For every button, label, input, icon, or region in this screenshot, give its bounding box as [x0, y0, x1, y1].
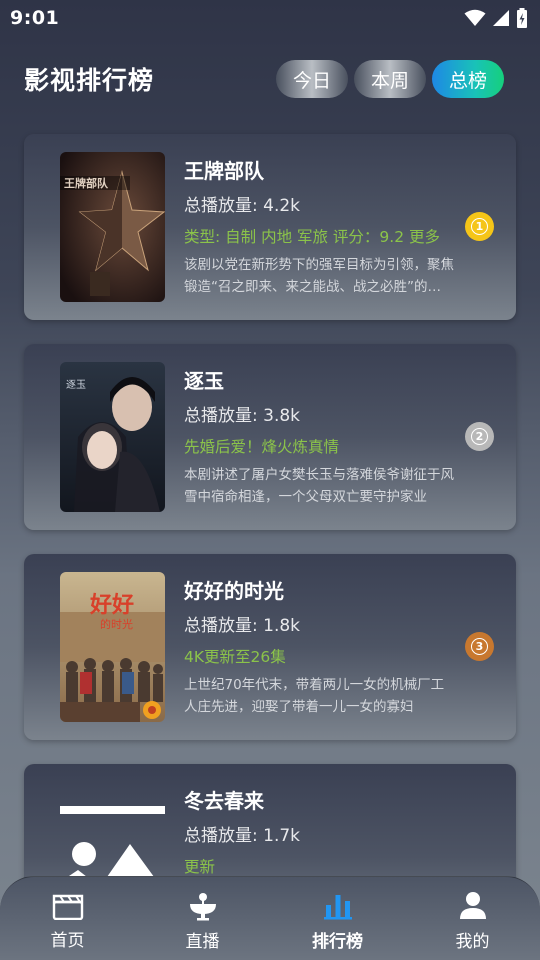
svg-text:的时光: 的时光	[100, 617, 133, 631]
ranking-card[interactable]: 好好 的时光 好好的时光 总播放量: 1.8k 4K更新至26集 上世纪70年代…	[24, 554, 516, 740]
tab-today[interactable]: 今日	[276, 60, 348, 98]
rank-badge: 3	[465, 632, 494, 661]
status-icons	[464, 8, 528, 28]
nav-ranking[interactable]: 排行榜	[288, 891, 388, 952]
clapperboard-icon	[52, 894, 83, 920]
item-title: 王牌部队	[184, 159, 264, 183]
live-podium-icon	[189, 893, 216, 921]
battery-icon	[517, 8, 527, 28]
item-plays: 总播放量: 1.8k	[184, 616, 301, 636]
signal-icon	[493, 10, 509, 26]
page-title: 影视排行榜	[24, 66, 155, 95]
item-tagline: 4K更新至26集	[184, 648, 286, 666]
rank-number: 2	[471, 428, 488, 445]
item-title: 好好的时光	[184, 579, 284, 603]
item-title: 冬去春来	[184, 789, 264, 813]
svg-text:王牌部队: 王牌部队	[64, 176, 109, 190]
nav-profile[interactable]: 我的	[423, 891, 523, 952]
item-title: 逐玉	[184, 369, 224, 393]
tab-week[interactable]: 本周	[354, 60, 426, 98]
bottom-nav: 首页 直播 排行榜 我的	[0, 876, 540, 960]
status-bar: 9:01	[0, 0, 540, 36]
item-description: 本剧讲述了屠户女樊长玉与落难侯爷谢征于风雪中宿命相逢，一个父母双亡要守护家业	[184, 467, 454, 505]
item-tagline: 更新	[184, 858, 216, 876]
status-time: 9:01	[10, 7, 60, 29]
item-info: 好好的时光 总播放量: 1.8k 4K更新至26集 上世纪70年代末，带着两儿一…	[184, 576, 454, 718]
tab-group: 今日 本周 总榜	[276, 60, 504, 98]
user-icon	[459, 892, 486, 919]
poster-image: 逐玉	[60, 362, 165, 512]
item-description: 该剧以党在新形势下的强军目标为引领，聚焦锻造“召之即来、来之能战、战之必胜”的王…	[184, 257, 454, 295]
ranking-list: 王牌部队 王牌部队 总播放量: 4.2k 类型: 自制 内地 军旅 评分：9.2…	[24, 134, 516, 960]
header: 影视排行榜 今日 本周 总榜	[0, 52, 540, 106]
nav-label: 直播	[185, 932, 220, 952]
ranking-card[interactable]: 王牌部队 王牌部队 总播放量: 4.2k 类型: 自制 内地 军旅 评分：9.2…	[24, 134, 516, 320]
poster-image: 好好 的时光	[60, 572, 165, 722]
ranking-card[interactable]: 逐玉 逐玉 总播放量: 3.8k 先婚后爱！烽火炼真情 本剧讲述了屠户女樊长玉与…	[24, 344, 516, 530]
item-description: 上世纪70年代末，带着两儿一女的机械厂工人庄先进，迎娶了带着一儿一女的寡妇	[184, 677, 445, 715]
nav-label: 我的	[455, 932, 490, 952]
wifi-icon	[464, 9, 486, 26]
item-tagline: 先婚后爱！烽火炼真情	[184, 438, 340, 456]
item-info: 冬去春来 总播放量: 1.7k 更新	[184, 786, 454, 878]
item-plays: 总播放量: 4.2k	[184, 196, 301, 216]
tab-all-time[interactable]: 总榜	[432, 60, 504, 98]
nav-live[interactable]: 直播	[153, 891, 253, 952]
poster-image: 王牌部队	[60, 152, 165, 302]
svg-text:好好: 好好	[89, 592, 134, 618]
nav-label: 首页	[50, 931, 85, 951]
item-info: 王牌部队 总播放量: 4.2k 类型: 自制 内地 军旅 评分：9.2 更多 该…	[184, 156, 454, 298]
nav-label: 排行榜	[312, 932, 363, 952]
item-plays: 总播放量: 1.7k	[184, 826, 301, 846]
rank-number: 3	[471, 638, 488, 655]
item-plays: 总播放量: 3.8k	[184, 406, 301, 426]
item-tagline: 类型: 自制 内地 军旅 评分：9.2 更多	[184, 228, 441, 246]
bar-chart-icon	[323, 895, 352, 920]
nav-home[interactable]: 首页	[18, 892, 118, 951]
rank-badge: 1	[465, 212, 494, 241]
rank-number: 1	[471, 218, 488, 235]
item-info: 逐玉 总播放量: 3.8k 先婚后爱！烽火炼真情 本剧讲述了屠户女樊长玉与落难侯…	[184, 366, 454, 508]
svg-text:逐玉: 逐玉	[66, 379, 86, 391]
rank-badge: 2	[465, 422, 494, 451]
